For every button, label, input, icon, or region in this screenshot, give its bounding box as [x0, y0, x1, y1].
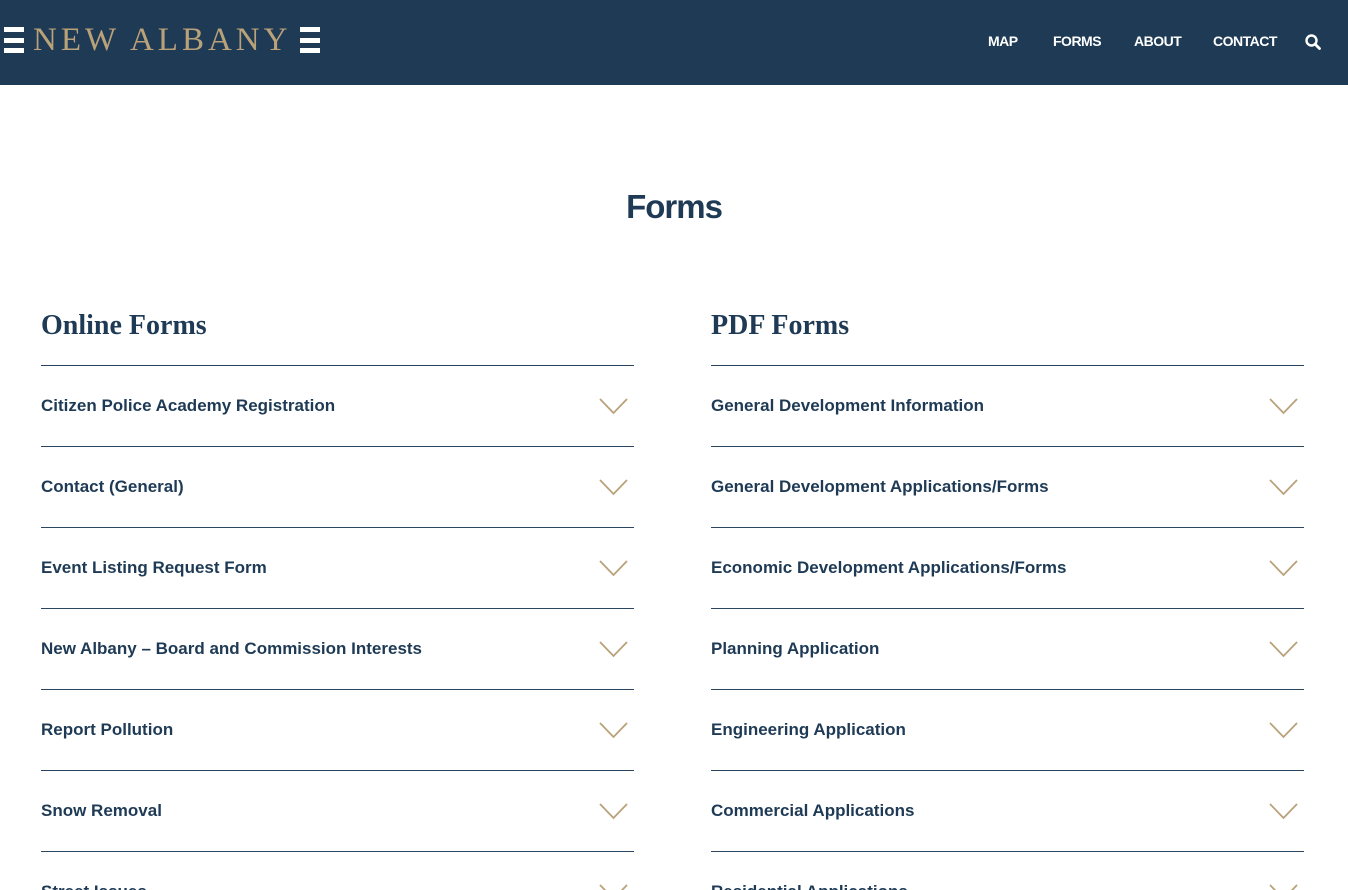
accordion-item[interactable]: Street Issues	[41, 852, 634, 890]
search-button[interactable]	[1304, 33, 1324, 53]
search-icon	[1305, 34, 1321, 50]
chevron-down-icon[interactable]	[599, 722, 628, 739]
chevron-down-icon[interactable]	[599, 884, 628, 890]
accordion-item[interactable]: Snow Removal	[41, 771, 634, 852]
online-forms-section: Online Forms Citizen Police Academy Regi…	[41, 305, 634, 890]
accordion-item[interactable]: General Development Applications/Forms	[711, 447, 1304, 528]
chevron-down-icon[interactable]	[599, 641, 628, 658]
chevron-down-icon[interactable]	[1269, 722, 1298, 739]
accordion-item-label: Street Issues	[41, 881, 147, 890]
online-forms-list: Citizen Police Academy Registration Conta…	[41, 366, 634, 890]
accordion-item[interactable]: Economic Development Applications/Forms	[711, 528, 1304, 609]
accordion-item-label: General Development Applications/Forms	[711, 477, 1049, 496]
chevron-down-icon[interactable]	[599, 560, 628, 577]
chevron-down-icon[interactable]	[1269, 479, 1298, 496]
page-title: Forms	[626, 188, 723, 225]
accordion-item[interactable]: Engineering Application	[711, 690, 1304, 771]
pdf-forms-heading: PDF Forms	[711, 305, 1304, 366]
nav-forms[interactable]: FORMS	[1053, 30, 1102, 52]
logo-text: NEW ALBANY	[33, 22, 292, 58]
accordion-item-label: Contact (General)	[41, 477, 184, 496]
accordion-item[interactable]: New Albany – Board and Commission Intere…	[41, 609, 634, 690]
accordion-item-label: New Albany – Board and Commission Intere…	[41, 639, 423, 658]
chevron-down-icon[interactable]	[599, 398, 628, 415]
accordion-item[interactable]: Contact (General)	[41, 447, 634, 528]
accordion-item-label: Engineering Application	[711, 720, 906, 739]
nav-map[interactable]: MAP	[988, 30, 1018, 52]
chevron-down-icon[interactable]	[599, 479, 628, 496]
logo-right-bars	[300, 27, 321, 53]
chevron-down-icon[interactable]	[1269, 560, 1298, 577]
nav-contact[interactable]: CONTACT	[1213, 30, 1277, 52]
accordion-item[interactable]: Commercial Applications	[711, 771, 1304, 852]
pdf-forms-list: General Development Information General D…	[711, 366, 1304, 890]
chevron-down-icon[interactable]	[1269, 641, 1298, 658]
chevron-down-icon[interactable]	[1269, 398, 1298, 415]
accordion-item-label: Citizen Police Academy Registration	[41, 396, 336, 415]
accordion-item-label: Commercial Applications	[711, 801, 915, 820]
accordion-item[interactable]: Event Listing Request Form	[41, 528, 634, 609]
accordion-item[interactable]: Residential Applications	[711, 852, 1304, 890]
chevron-down-icon[interactable]	[599, 803, 628, 820]
nav-about[interactable]: ABOUT	[1134, 30, 1182, 52]
accordion-item-label: Snow Removal	[41, 801, 162, 820]
accordion-item[interactable]: Report Pollution	[41, 690, 634, 771]
chevron-down-icon[interactable]	[1269, 803, 1298, 820]
accordion-item-label: Event Listing Request Form	[41, 558, 267, 577]
accordion-item-label: Economic Development Applications/Forms	[711, 558, 1067, 577]
logo-left-bars	[4, 27, 24, 53]
accordion-item-label: Residential Applications	[711, 881, 908, 890]
pdf-forms-section: PDF Forms General Development Informatio…	[711, 305, 1304, 890]
accordion-item[interactable]: Planning Application	[711, 609, 1304, 690]
site-logo[interactable]: NEW ALBANY	[4, 22, 321, 58]
accordion-item[interactable]: General Development Information	[711, 366, 1304, 447]
site-header: NEW ALBANY MAP FORMS ABOUT CONTACT	[0, 0, 1348, 85]
online-forms-heading: Online Forms	[41, 305, 634, 366]
accordion-item[interactable]: Citizen Police Academy Registration	[41, 366, 634, 447]
accordion-item-label: General Development Information	[711, 396, 984, 415]
accordion-item-label: Planning Application	[711, 639, 880, 658]
chevron-down-icon[interactable]	[1269, 884, 1298, 890]
accordion-item-label: Report Pollution	[41, 720, 174, 739]
